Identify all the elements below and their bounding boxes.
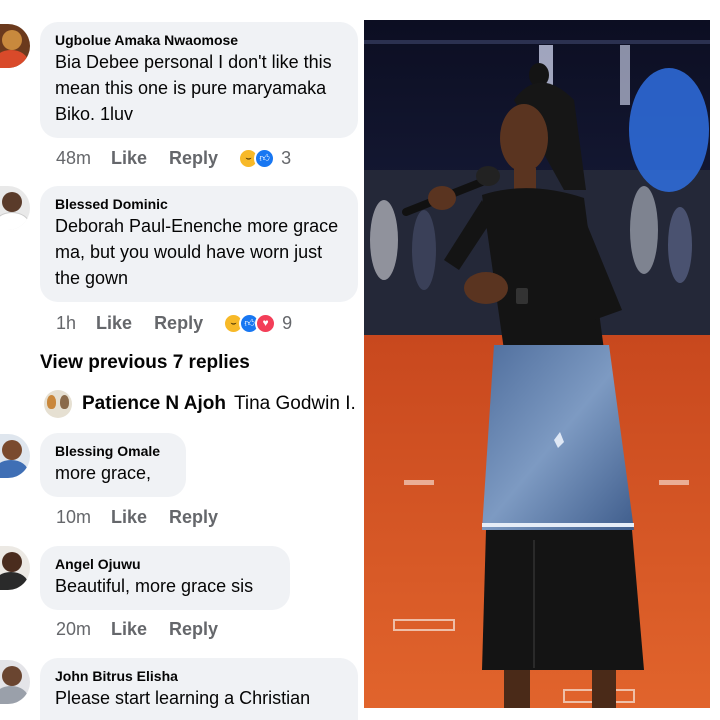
comment-bubble: Angel Ojuwu Beautiful, more grace sis <box>40 546 290 610</box>
like-reaction-icon: 👍︎ <box>254 148 276 169</box>
comment-text: more grace, <box>55 463 152 483</box>
comment-bubble: Ugbolue Amaka Nwaomose Bia Debee persona… <box>40 22 358 138</box>
comments-panel: Ugbolue Amaka Nwaomose Bia Debee persona… <box>0 0 360 720</box>
comment-author[interactable]: Blessed Dominic <box>55 195 344 213</box>
love-reaction-icon: ♥ <box>255 313 277 334</box>
comment-meta: 1h Like Reply ⌣ 👍︎ ♥ 9 <box>56 313 292 334</box>
reply-author[interactable]: Patience N Ajoh <box>82 393 226 415</box>
like-button[interactable]: Like <box>111 507 147 528</box>
like-button[interactable]: Like <box>111 619 147 640</box>
comment-bubble: John Bitrus Elisha Please start learning… <box>40 658 358 720</box>
avatar[interactable] <box>0 24 30 68</box>
comment-author[interactable]: Angel Ojuwu <box>55 555 276 573</box>
comment-timestamp[interactable]: 1h <box>56 313 76 334</box>
comment-author[interactable]: Ugbolue Amaka Nwaomose <box>55 31 344 49</box>
comment-author[interactable]: John Bitrus Elisha <box>55 667 344 685</box>
comment-text: Bia Debee personal I don't like this mea… <box>55 52 332 124</box>
avatar[interactable] <box>0 434 30 478</box>
like-button[interactable]: Like <box>96 313 132 334</box>
comment-bubble: Blessing Omale more grace, <box>40 433 186 497</box>
comment-meta: 10m Like Reply <box>56 507 240 528</box>
avatar[interactable] <box>0 186 30 230</box>
collapsed-reply[interactable]: Patience N Ajoh Tina Godwin I. <box>44 390 358 418</box>
comment-text: Please start learning a Christian <box>55 688 311 708</box>
comment-text: Beautiful, more grace sis <box>55 576 254 596</box>
post-photo[interactable] <box>364 20 710 708</box>
reaction-count: 3 <box>281 148 292 168</box>
reaction-count: 9 <box>282 313 293 333</box>
reply-preview: Tina Godwin I. <box>233 393 356 414</box>
avatar[interactable] <box>0 546 30 590</box>
avatar[interactable] <box>44 390 72 418</box>
reactions-summary[interactable]: ⌣ 👍︎ <box>238 148 276 169</box>
avatar[interactable] <box>0 660 30 704</box>
reply-button[interactable]: Reply <box>154 313 203 334</box>
comment-bubble: Blessed Dominic Deborah Paul-Enenche mor… <box>40 186 358 302</box>
reactions-summary[interactable]: ⌣ 👍︎ ♥ <box>223 313 277 334</box>
reply-button[interactable]: Reply <box>169 619 218 640</box>
comment-timestamp[interactable]: 20m <box>56 619 91 640</box>
comment-meta: 20m Like Reply <box>56 619 240 640</box>
comment-meta: 48m Like Reply ⌣ 👍︎ 3 <box>56 148 291 169</box>
comment-timestamp[interactable]: 48m <box>56 148 91 169</box>
reply-button[interactable]: Reply <box>169 507 218 528</box>
reply-button[interactable]: Reply <box>169 148 218 169</box>
comment-author[interactable]: Blessing Omale <box>55 442 172 460</box>
singer-photo-illustration <box>364 20 710 708</box>
comment-text: Deborah Paul-Enenche more grace ma, but … <box>55 216 339 288</box>
comment-timestamp[interactable]: 10m <box>56 507 91 528</box>
view-previous-replies-link[interactable]: View previous 7 replies <box>40 352 250 374</box>
like-button[interactable]: Like <box>111 148 147 169</box>
